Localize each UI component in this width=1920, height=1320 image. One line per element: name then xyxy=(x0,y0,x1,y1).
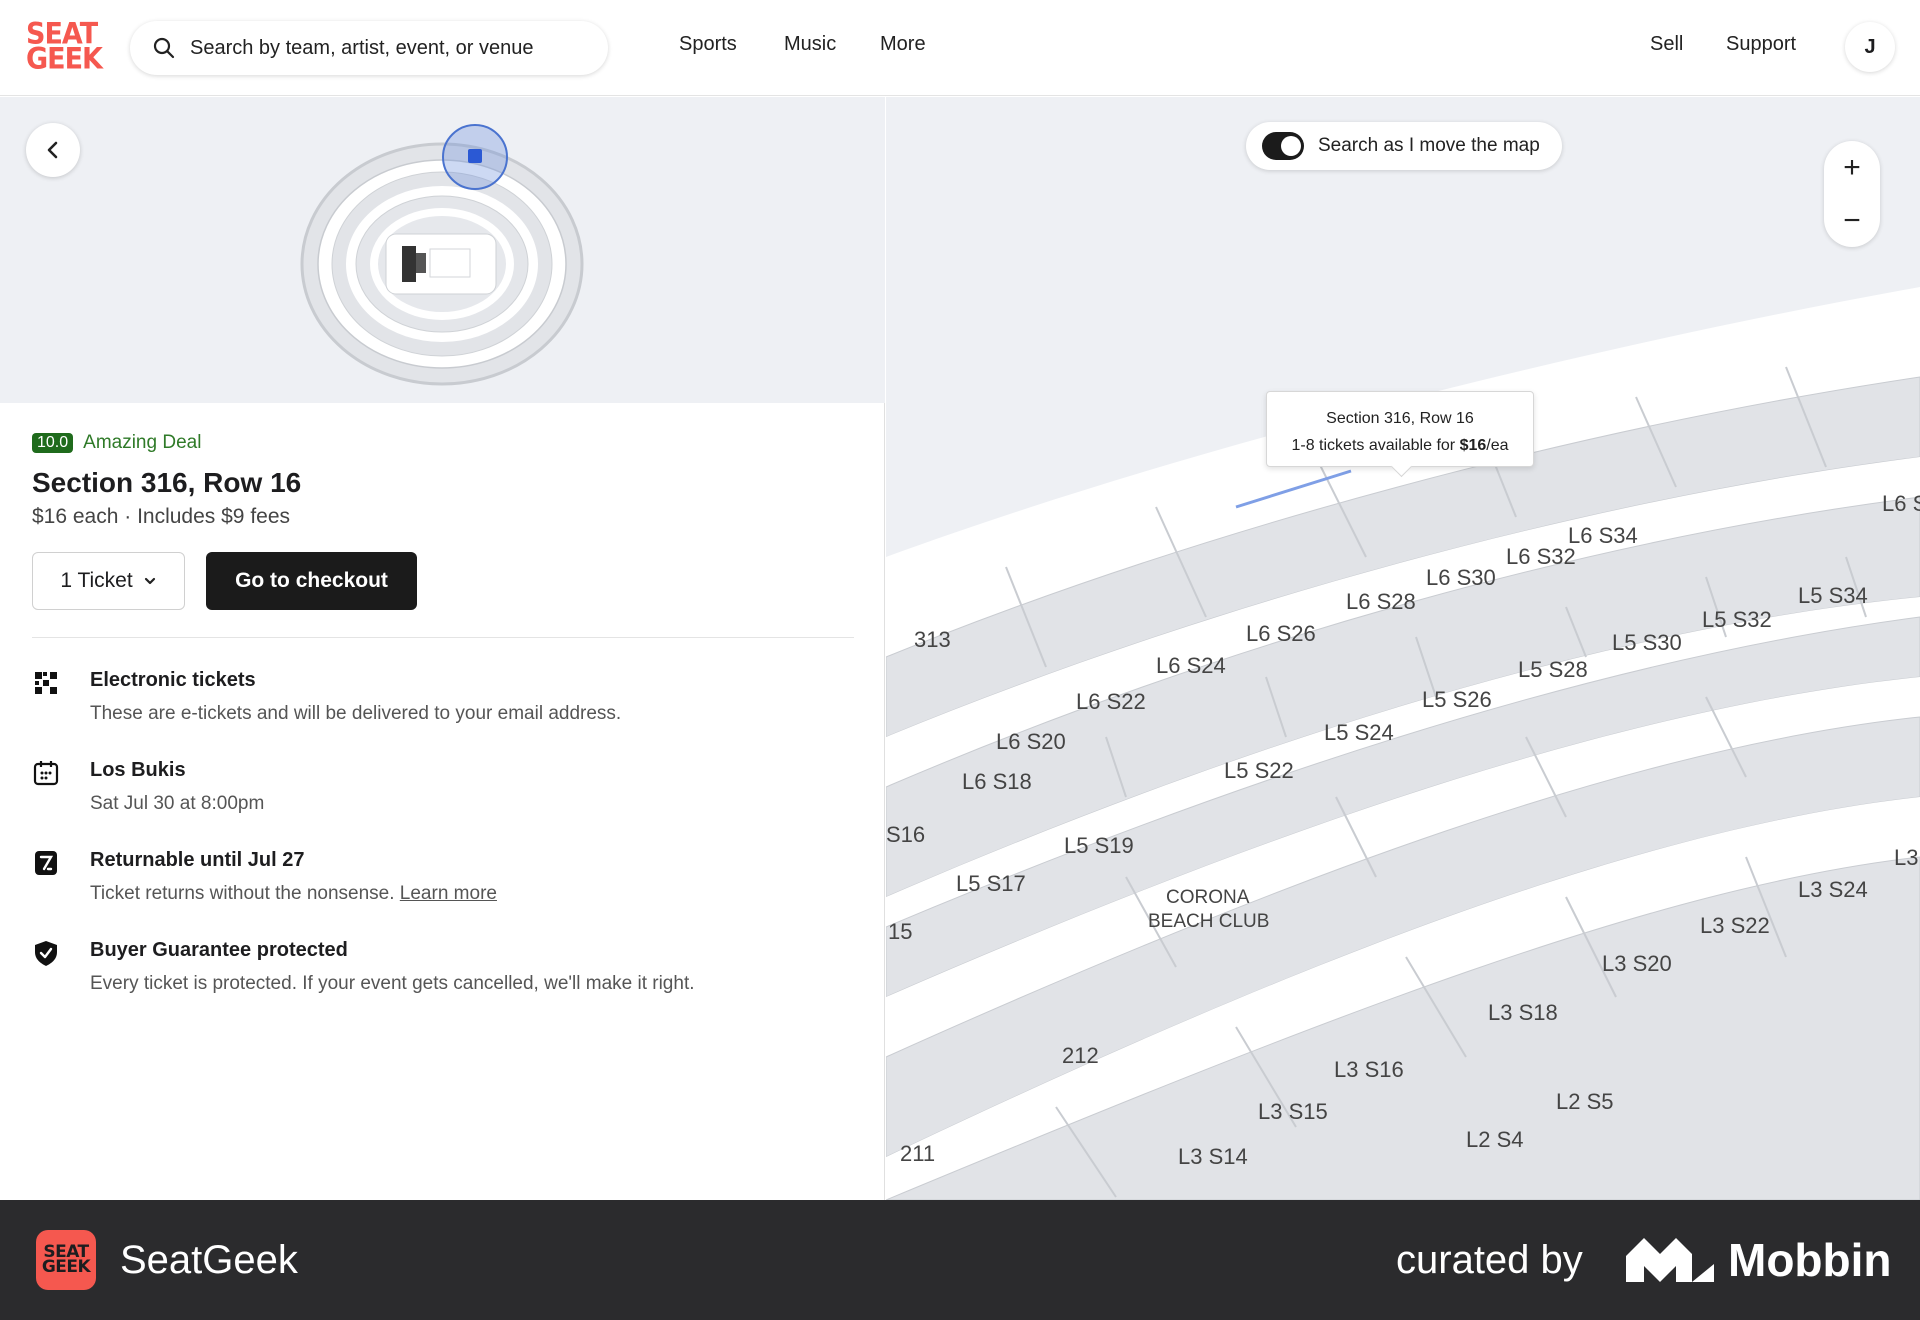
map-label: BEACH CLUB xyxy=(1148,911,1269,932)
app-name: SeatGeek xyxy=(120,1238,298,1282)
map-label: L6 S30 xyxy=(1426,565,1496,590)
toggle-label: Search as I move the map xyxy=(1318,135,1540,156)
map-label: CORONA xyxy=(1166,887,1250,908)
price-summary: $16 each · Includes $9 fees xyxy=(32,505,291,528)
map-label: L6 S24 xyxy=(1156,653,1226,678)
tooltip-price-unit: /ea xyxy=(1486,437,1509,454)
ticket-quantity-dropdown[interactable]: 1 Ticket xyxy=(32,552,185,610)
toggle-switch[interactable] xyxy=(1262,132,1304,160)
shield-check-icon xyxy=(35,941,57,966)
map-label: S16 xyxy=(886,822,925,847)
user-avatar[interactable]: J xyxy=(1845,22,1895,72)
map-label: L6 S20 xyxy=(996,729,1066,754)
map-label: L3 S20 xyxy=(1602,951,1672,976)
mobbin-brand: Mobbin xyxy=(1626,1233,1892,1287)
seatgeek-logo[interactable]: SEAT GEEK xyxy=(26,20,103,77)
section-divider xyxy=(32,637,854,638)
map-label: 211 xyxy=(900,1141,935,1166)
event-datetime: Sat Jul 30 at 8:00pm xyxy=(90,793,265,814)
nav-more[interactable]: More xyxy=(880,33,926,56)
zoom-in-button[interactable]: + xyxy=(1824,141,1880,194)
map-label: L5 S24 xyxy=(1324,720,1394,745)
map-label: L3 S14 xyxy=(1178,1144,1248,1169)
stadium-thumbnail xyxy=(300,124,584,386)
zoom-out-button[interactable]: − xyxy=(1824,194,1880,247)
qr-code-icon xyxy=(35,672,57,694)
map-label: L6 S26 xyxy=(1246,621,1316,646)
return-icon xyxy=(35,851,57,875)
deal-label: Amazing Deal xyxy=(83,432,202,453)
map-label: L5 S19 xyxy=(1064,833,1134,858)
map-label: L5 S26 xyxy=(1422,687,1492,712)
map-label: L6 S22 xyxy=(1076,689,1146,714)
nav-sports[interactable]: Sports xyxy=(679,33,737,56)
search-input[interactable] xyxy=(190,36,590,60)
map-label: L5 S32 xyxy=(1702,607,1772,632)
map-label: 212 xyxy=(1062,1043,1099,1068)
map-label: L5 S34 xyxy=(1798,583,1868,608)
seat-map[interactable]: 313 L6 S34 L6 S32 L6 S30 L6 S28 L6 S26 L… xyxy=(886,97,1920,1200)
back-button[interactable] xyxy=(26,123,80,177)
map-label: L5 S22 xyxy=(1224,758,1294,783)
map-label: 313 xyxy=(914,627,951,652)
map-label: L6 S18 xyxy=(962,769,1032,794)
deal-rating: 10.0 Amazing Deal xyxy=(32,432,201,454)
map-label: L6 S32 xyxy=(1506,544,1576,569)
tooltip-price: $16 xyxy=(1459,437,1487,454)
search-icon xyxy=(153,37,175,59)
top-navigation-bar: SEAT GEEK Sports Music More Sell Support… xyxy=(0,0,1920,96)
app-icon-text-line2: GEEK xyxy=(41,1257,91,1277)
ticket-quantity-value: 1 Ticket xyxy=(60,569,133,592)
map-label: L6 S xyxy=(1882,491,1920,516)
venue-overview-map xyxy=(0,97,885,403)
map-label: L5 S30 xyxy=(1612,630,1682,655)
map-label: L6 S34 xyxy=(1568,523,1638,548)
feature-title: Returnable until Jul 27 xyxy=(90,849,305,871)
map-label: 15 xyxy=(888,919,912,944)
footer-banner: SEAT GEEK SeatGeek curated by Mobbin xyxy=(0,1200,1920,1320)
feature-title: Buyer Guarantee protected xyxy=(90,939,348,961)
search-as-move-toggle[interactable]: Search as I move the map xyxy=(1246,122,1562,170)
map-label: L6 S28 xyxy=(1346,589,1416,614)
map-label: L3 xyxy=(1894,845,1918,870)
zoom-controls: + − xyxy=(1824,141,1880,247)
learn-more-link[interactable]: Learn more xyxy=(400,883,497,904)
map-label: L2 S5 xyxy=(1556,1089,1614,1114)
section-tooltip: Section 316, Row 16 1-8 tickets availabl… xyxy=(1266,391,1534,467)
feature-description: These are e-tickets and will be delivere… xyxy=(90,703,622,724)
map-label: L5 S17 xyxy=(956,871,1026,896)
map-label: L3 S15 xyxy=(1258,1099,1328,1124)
return-policy-text: Ticket returns without the nonsense. xyxy=(90,883,395,904)
nav-sell[interactable]: Sell xyxy=(1650,33,1683,56)
map-label: L3 S22 xyxy=(1700,913,1770,938)
feature-title: Electronic tickets xyxy=(90,669,256,691)
checkout-button[interactable]: Go to checkout xyxy=(206,552,417,610)
mobbin-wordmark: Mobbin xyxy=(1728,1234,1892,1286)
seat-map-canvas[interactable]: 313 L6 S34 L6 S32 L6 S30 L6 S28 L6 S26 L… xyxy=(886,97,1920,1200)
tooltip-availability-text: 1-8 tickets available for xyxy=(1291,437,1460,454)
listing-detail-panel: 10.0 Amazing Deal Section 316, Row 16 $1… xyxy=(0,97,885,1200)
listing-title: Section 316, Row 16 xyxy=(32,467,302,498)
nav-support[interactable]: Support xyxy=(1726,33,1796,56)
search-bar[interactable] xyxy=(130,21,608,75)
nav-music[interactable]: Music xyxy=(784,33,836,56)
mobbin-logo-icon xyxy=(1626,1238,1714,1282)
feature-description: Ticket returns without the nonsense. Lea… xyxy=(90,883,497,905)
curated-by-text: curated by xyxy=(1396,1238,1583,1282)
tooltip-availability: 1-8 tickets available for $16/ea xyxy=(1267,432,1533,459)
chevron-down-icon xyxy=(144,577,155,585)
map-label: L3 S24 xyxy=(1798,877,1868,902)
calendar-icon xyxy=(33,761,59,786)
map-label: L3 S18 xyxy=(1488,1000,1558,1025)
deal-score-badge: 10.0 xyxy=(32,433,74,453)
feature-description: Every ticket is protected. If your event… xyxy=(90,973,695,994)
seatgeek-app-icon: SEAT GEEK xyxy=(36,1230,96,1290)
chevron-left-icon xyxy=(47,141,58,159)
logo-text-line2: GEEK xyxy=(26,42,103,77)
map-label: L3 S16 xyxy=(1334,1057,1404,1082)
tooltip-title: Section 316, Row 16 xyxy=(1326,410,1474,427)
event-name: Los Bukis xyxy=(90,759,186,781)
map-label: L5 S28 xyxy=(1518,657,1588,682)
map-label: L2 S4 xyxy=(1466,1127,1524,1152)
